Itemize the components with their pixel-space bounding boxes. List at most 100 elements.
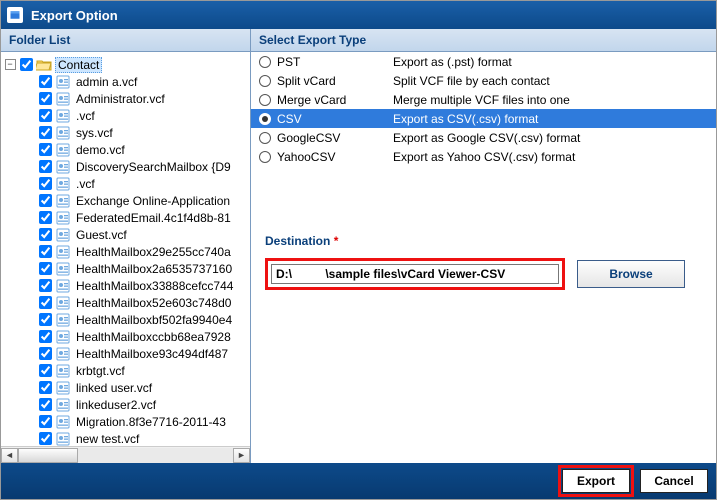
export-option-desc: Export as Yahoo CSV(.csv) format bbox=[393, 150, 708, 164]
tree-item[interactable]: krbtgt.vcf bbox=[3, 362, 248, 379]
export-option-merge-vcard[interactable]: Merge vCardMerge multiple VCF files into… bbox=[251, 90, 716, 109]
radio-icon[interactable] bbox=[259, 132, 271, 144]
export-option-desc: Export as (.pst) format bbox=[393, 55, 708, 69]
tree-item[interactable]: sys.vcf bbox=[3, 124, 248, 141]
tree-item-label: Guest.vcf bbox=[74, 228, 129, 242]
item-checkbox[interactable] bbox=[39, 364, 52, 377]
export-option-googlecsv[interactable]: GoogleCSVExport as Google CSV(.csv) form… bbox=[251, 128, 716, 147]
tree-item[interactable]: new test.vcf bbox=[3, 430, 248, 446]
export-option-pst[interactable]: PST Export as (.pst) format bbox=[251, 52, 716, 71]
tree-item[interactable]: Exchange Online-Application bbox=[3, 192, 248, 209]
item-checkbox[interactable] bbox=[39, 330, 52, 343]
destination-label: Destination * bbox=[265, 234, 702, 248]
item-checkbox[interactable] bbox=[39, 279, 52, 292]
folder-checkbox[interactable] bbox=[20, 58, 33, 71]
item-checkbox[interactable] bbox=[39, 109, 52, 122]
tree-item[interactable]: linked user.vcf bbox=[3, 379, 248, 396]
radio-icon[interactable] bbox=[259, 113, 271, 125]
item-checkbox[interactable] bbox=[39, 398, 52, 411]
folder-tree[interactable]: − Contact admin a.vcf Administrator.vcf .… bbox=[1, 52, 250, 446]
item-checkbox[interactable] bbox=[39, 262, 52, 275]
window-title: Export Option bbox=[31, 8, 118, 23]
tree-item[interactable]: DiscoverySearchMailbox {D9 bbox=[3, 158, 248, 175]
tree-item-label: HealthMailbox52e603c748d0 bbox=[74, 296, 233, 310]
item-checkbox[interactable] bbox=[39, 228, 52, 241]
tree-item-label: new test.vcf bbox=[74, 432, 141, 446]
tree-item-label: krbtgt.vcf bbox=[74, 364, 127, 378]
tree-item-label: linkeduser2.vcf bbox=[74, 398, 158, 412]
item-checkbox[interactable] bbox=[39, 245, 52, 258]
export-type-list: PST Export as (.pst) format Split vCardSpl… bbox=[251, 52, 716, 166]
item-checkbox[interactable] bbox=[39, 347, 52, 360]
tree-item-label: HealthMailboxccbb68ea7928 bbox=[74, 330, 233, 344]
tree-item[interactable]: Guest.vcf bbox=[3, 226, 248, 243]
item-checkbox[interactable] bbox=[39, 75, 52, 88]
tree-item[interactable]: HealthMailboxbf502fa9940e4 bbox=[3, 311, 248, 328]
export-option-name: YahooCSV bbox=[277, 150, 387, 164]
vcard-icon bbox=[55, 227, 71, 243]
radio-icon[interactable] bbox=[259, 56, 271, 68]
tree-item-label: Administrator.vcf bbox=[74, 92, 167, 106]
tree-item-label: Exchange Online-Application bbox=[74, 194, 232, 208]
item-checkbox[interactable] bbox=[39, 126, 52, 139]
item-checkbox[interactable] bbox=[39, 177, 52, 190]
tree-item[interactable]: admin a.vcf bbox=[3, 73, 248, 90]
scroll-right-icon[interactable]: ► bbox=[233, 448, 250, 463]
item-checkbox[interactable] bbox=[39, 415, 52, 428]
collapse-icon[interactable]: − bbox=[5, 59, 16, 70]
item-checkbox[interactable] bbox=[39, 211, 52, 224]
tree-item[interactable]: .vcf bbox=[3, 107, 248, 124]
vcard-icon bbox=[55, 108, 71, 124]
tree-root-label: Contact bbox=[55, 57, 102, 73]
tree-item[interactable]: .vcf bbox=[3, 175, 248, 192]
tree-item[interactable]: demo.vcf bbox=[3, 141, 248, 158]
tree-item-label: HealthMailbox29e255cc740a bbox=[74, 245, 233, 259]
tree-item[interactable]: Migration.8f3e7716-2011-43 bbox=[3, 413, 248, 430]
tree-item-label: demo.vcf bbox=[74, 143, 127, 157]
item-checkbox[interactable] bbox=[39, 143, 52, 156]
scroll-left-icon[interactable]: ◄ bbox=[1, 448, 18, 463]
item-checkbox[interactable] bbox=[39, 194, 52, 207]
export-option-name: PST bbox=[277, 55, 387, 69]
vcard-icon bbox=[55, 193, 71, 209]
tree-item[interactable]: HealthMailbox2a6535737160 bbox=[3, 260, 248, 277]
vcard-icon bbox=[55, 210, 71, 226]
item-checkbox[interactable] bbox=[39, 92, 52, 105]
item-checkbox[interactable] bbox=[39, 432, 52, 445]
radio-icon[interactable] bbox=[259, 151, 271, 163]
item-checkbox[interactable] bbox=[39, 381, 52, 394]
tree-item[interactable]: HealthMailboxe93c494df487 bbox=[3, 345, 248, 362]
export-button[interactable]: Export bbox=[562, 469, 630, 493]
vcard-icon bbox=[55, 380, 71, 396]
vcard-icon bbox=[55, 125, 71, 141]
export-option-desc: Export as CSV(.csv) format bbox=[393, 112, 708, 126]
tree-item[interactable]: HealthMailboxccbb68ea7928 bbox=[3, 328, 248, 345]
item-checkbox[interactable] bbox=[39, 296, 52, 309]
export-option-split-vcard[interactable]: Split vCardSplit VCF file by each contac… bbox=[251, 71, 716, 90]
vcard-icon bbox=[55, 363, 71, 379]
tree-item[interactable]: HealthMailbox29e255cc740a bbox=[3, 243, 248, 260]
tree-root-contact[interactable]: − Contact bbox=[3, 56, 248, 73]
vcard-icon bbox=[55, 244, 71, 260]
item-checkbox[interactable] bbox=[39, 313, 52, 326]
horizontal-scrollbar[interactable]: ◄ ► bbox=[1, 446, 250, 463]
scroll-thumb[interactable] bbox=[18, 448, 78, 463]
item-checkbox[interactable] bbox=[39, 160, 52, 173]
export-option-csv[interactable]: CSVExport as CSV(.csv) format bbox=[251, 109, 716, 128]
tree-item[interactable]: HealthMailbox33888cefcc744 bbox=[3, 277, 248, 294]
export-option-yahoocsv[interactable]: YahooCSV Export as Yahoo CSV(.csv) format bbox=[251, 147, 716, 166]
tree-item[interactable]: linkeduser2.vcf bbox=[3, 396, 248, 413]
tree-item[interactable]: FederatedEmail.4c1f4d8b-81 bbox=[3, 209, 248, 226]
vcard-icon bbox=[55, 397, 71, 413]
cancel-button[interactable]: Cancel bbox=[640, 469, 708, 493]
destination-input[interactable] bbox=[271, 264, 559, 284]
radio-icon[interactable] bbox=[259, 94, 271, 106]
radio-icon[interactable] bbox=[259, 75, 271, 87]
tree-item-label: HealthMailbox33888cefcc744 bbox=[74, 279, 235, 293]
tree-item[interactable]: HealthMailbox52e603c748d0 bbox=[3, 294, 248, 311]
tree-item-label: DiscoverySearchMailbox {D9 bbox=[74, 160, 233, 174]
tree-item-label: .vcf bbox=[74, 109, 97, 123]
titlebar: Export Option bbox=[1, 1, 716, 29]
browse-button[interactable]: Browse bbox=[577, 260, 685, 288]
tree-item[interactable]: Administrator.vcf bbox=[3, 90, 248, 107]
